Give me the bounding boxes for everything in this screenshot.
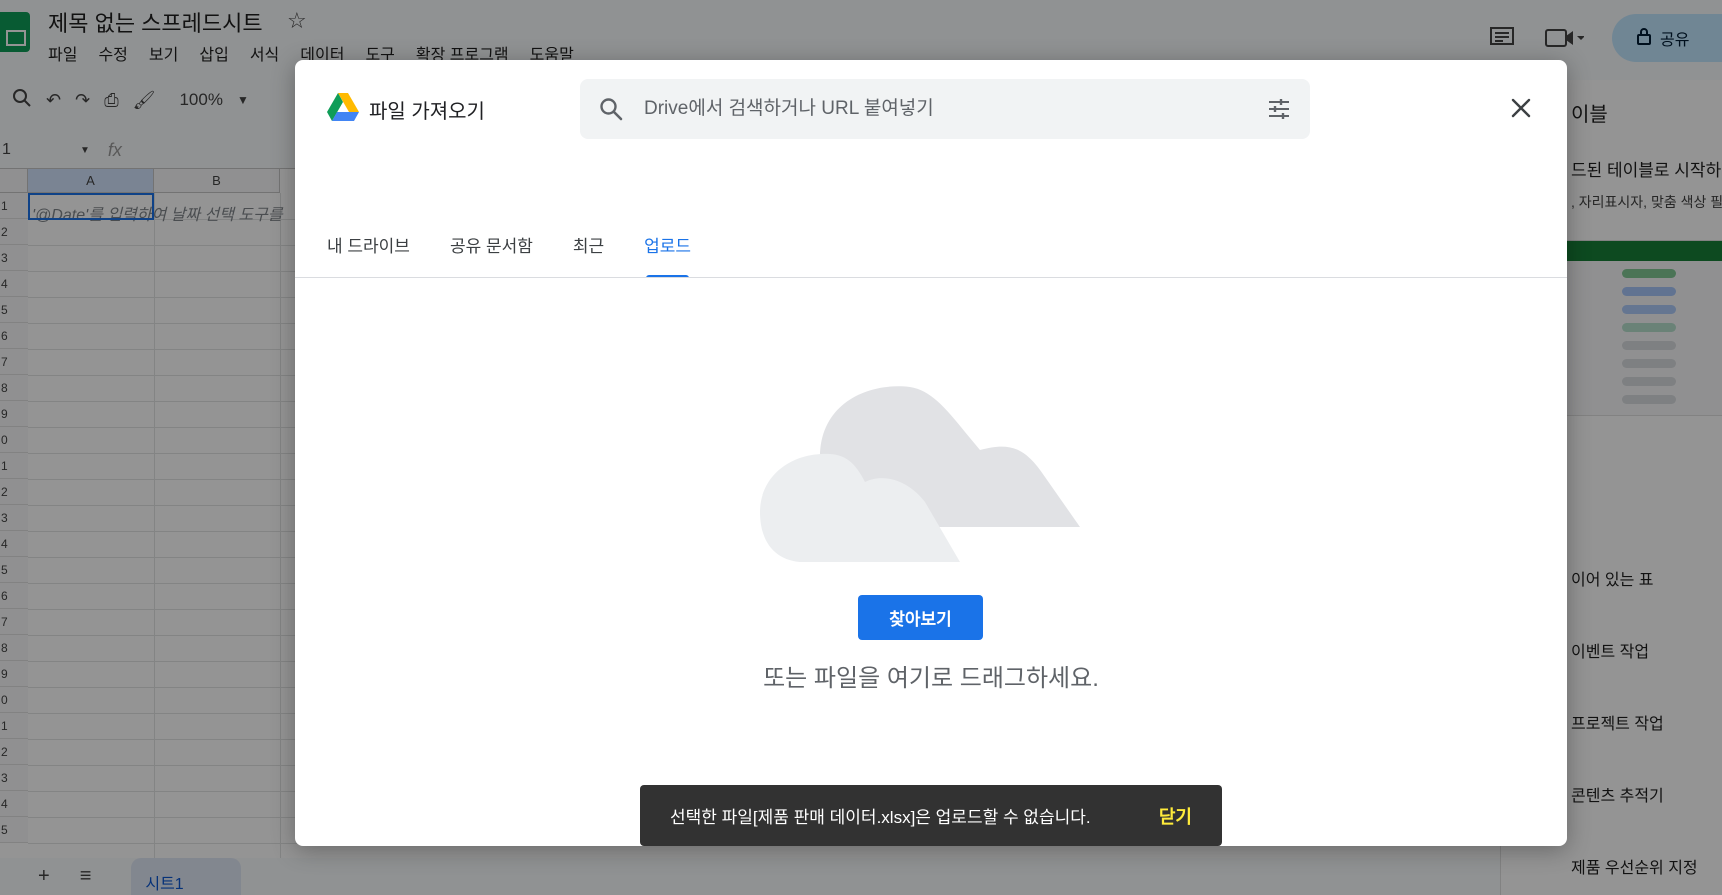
tab-my-drive[interactable]: 내 드라이브 (327, 232, 410, 278)
tab-shared-with-me[interactable]: 공유 문서함 (450, 232, 533, 278)
close-dialog-button[interactable] (1505, 92, 1537, 124)
picker-tabs: 내 드라이브 공유 문서함 최근 업로드 (327, 232, 731, 278)
browse-button[interactable]: 찾아보기 (858, 595, 983, 640)
dialog-title: 파일 가져오기 (369, 101, 485, 123)
drive-search-input[interactable] (644, 79, 1224, 139)
tab-upload[interactable]: 업로드 (644, 232, 691, 278)
tab-recent[interactable]: 최근 (573, 232, 604, 278)
tabs-divider (295, 277, 1567, 278)
search-icon[interactable] (598, 96, 624, 122)
upload-cloud-illustration (760, 386, 1080, 562)
snackbar-message: 선택한 파일[제품 판매 데이터.xlsx]은 업로드할 수 없습니다. (670, 808, 1091, 827)
drag-drop-hint: 또는 파일을 여기로 드래그하세요. (763, 665, 1099, 692)
close-icon (1511, 98, 1531, 118)
import-file-dialog: 파일 가져오기 내 드라이브 공유 문서함 최근 업로드 찾아보기 또는 파일을… (295, 60, 1567, 846)
search-options-icon[interactable] (1266, 96, 1292, 122)
upload-error-snackbar: 선택한 파일[제품 판매 데이터.xlsx]은 업로드할 수 없습니다. 닫기 (640, 785, 1222, 846)
google-drive-icon (327, 93, 359, 121)
snackbar-close-button[interactable]: 닫기 (1159, 803, 1192, 829)
drive-search-box (580, 79, 1310, 139)
